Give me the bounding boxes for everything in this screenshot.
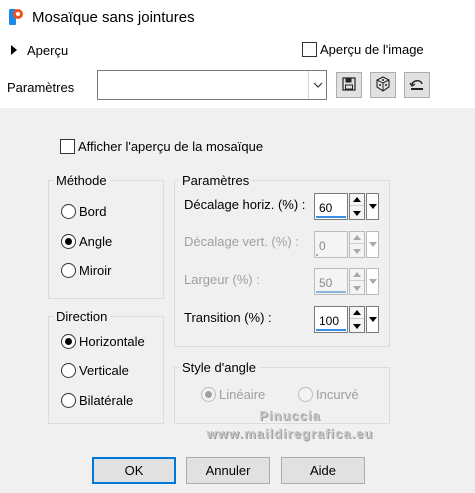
presets-label: Paramètres (7, 80, 75, 95)
increment-arrow-icon[interactable] (350, 269, 364, 281)
checkbox-box[interactable] (60, 139, 75, 154)
checkbox-box[interactable] (302, 42, 317, 57)
spinbox-arrows[interactable] (349, 193, 365, 220)
increment-arrow-icon[interactable] (350, 232, 364, 244)
width-spinbox[interactable]: 50 (314, 268, 379, 295)
apercu-image-checkbox[interactable]: Aperçu de l'image (302, 42, 424, 57)
cancel-button[interactable]: Annuler (186, 457, 270, 484)
spinbox-arrows[interactable] (349, 306, 365, 333)
direction-group-title: Direction (53, 309, 111, 324)
dropdown-arrow-icon[interactable] (366, 306, 379, 333)
title-bar: Mosaïque sans jointures (0, 0, 475, 37)
chevron-down-icon[interactable] (308, 71, 326, 99)
radio-button[interactable] (61, 334, 76, 349)
parametres-group-title: Paramètres (179, 173, 253, 188)
window-title: Mosaïque sans jointures (32, 9, 195, 26)
random-dice-icon (375, 75, 391, 95)
radio-button[interactable] (61, 363, 76, 378)
value-bar (316, 329, 346, 331)
value-bar (316, 254, 318, 256)
methode-option-miroir[interactable]: Miroir (61, 263, 112, 278)
methode-option-bord[interactable]: Bord (61, 204, 106, 219)
radio-button[interactable] (61, 234, 76, 249)
watermark-line2: www.maildiregrafica.eu (206, 426, 374, 441)
reset-defaults-button[interactable] (404, 72, 430, 98)
radio-button[interactable] (298, 387, 313, 402)
direction-option-bilaterale[interactable]: Bilatérale (61, 393, 133, 408)
watermark: Pinuccia www.maildiregrafica.eu (190, 407, 390, 443)
horizontal-offset-spinbox[interactable]: 60 (314, 193, 379, 220)
paintshop-pro-icon (8, 8, 24, 26)
spinbox-arrows[interactable] (349, 231, 365, 258)
style-angle-option-label: Linéaire (219, 387, 266, 402)
methode-option-angle[interactable]: Angle (61, 234, 112, 249)
save-preset-button[interactable] (336, 72, 362, 98)
param-label: Décalage vert. (%) : (184, 234, 299, 249)
dropdown-arrow-icon[interactable] (366, 193, 379, 220)
help-button-label: Aide (309, 463, 337, 478)
spinbox-value[interactable]: 0 (314, 231, 348, 258)
transition-spinbox[interactable]: 100 (314, 306, 379, 333)
direction-option-horizontale[interactable]: Horizontale (61, 334, 145, 349)
reset-icon (409, 77, 425, 94)
dropdown-arrow-icon[interactable] (366, 231, 379, 258)
ok-button[interactable]: OK (92, 457, 176, 484)
increment-arrow-icon[interactable] (350, 307, 364, 319)
decrement-arrow-icon[interactable] (350, 320, 364, 332)
increment-arrow-icon[interactable] (350, 194, 364, 206)
show-tile-preview-label: Afficher l'aperçu de la mosaïque (78, 139, 264, 154)
decrement-arrow-icon[interactable] (350, 282, 364, 294)
ok-button-label: OK (124, 463, 144, 478)
radio-button[interactable] (61, 393, 76, 408)
presets-dropdown[interactable] (97, 70, 327, 100)
vertical-offset-spinbox[interactable]: 0 (314, 231, 379, 258)
methode-option-label: Bord (79, 204, 107, 219)
style-angle-option-label: Incurvé (316, 387, 359, 402)
value-bar (316, 291, 346, 293)
style-angle-option-incurve[interactable]: Incurvé (298, 387, 359, 402)
help-button[interactable]: Aide (281, 457, 365, 484)
direction-option-label: Horizontale (79, 334, 145, 349)
radio-button[interactable] (61, 263, 76, 278)
style-angle-group-title: Style d'angle (179, 360, 260, 375)
param-label: Transition (%) : (184, 310, 272, 325)
radio-button[interactable] (201, 387, 216, 402)
watermark-line1: Pinuccia (259, 408, 321, 423)
show-tile-preview-checkbox[interactable]: Afficher l'aperçu de la mosaïque (60, 139, 263, 154)
decrement-arrow-icon[interactable] (350, 245, 364, 257)
value-bar (316, 216, 346, 218)
radio-button[interactable] (61, 204, 76, 219)
direction-option-label: Bilatérale (79, 393, 134, 408)
style-angle-option-lineaire[interactable]: Linéaire (201, 387, 265, 402)
random-parameters-button[interactable] (370, 72, 396, 98)
methode-option-label: Miroir (79, 263, 112, 278)
methode-option-label: Angle (79, 234, 113, 249)
cancel-button-label: Annuler (205, 463, 251, 478)
direction-option-verticale[interactable]: Verticale (61, 363, 129, 378)
apercu-toggle-label[interactable]: Aperçu (27, 43, 68, 58)
methode-group-title: Méthode (53, 173, 110, 188)
expand-arrow-icon[interactable] (11, 45, 17, 55)
direction-option-label: Verticale (79, 363, 129, 378)
spinbox-arrows[interactable] (349, 268, 365, 295)
decrement-arrow-icon[interactable] (350, 207, 364, 219)
dropdown-arrow-icon[interactable] (366, 268, 379, 295)
save-icon (342, 76, 356, 94)
apercu-image-label: Aperçu de l'image (320, 42, 424, 57)
param-label: Décalage horiz. (%) : (184, 197, 306, 212)
param-label: Largeur (%) : (184, 272, 260, 287)
